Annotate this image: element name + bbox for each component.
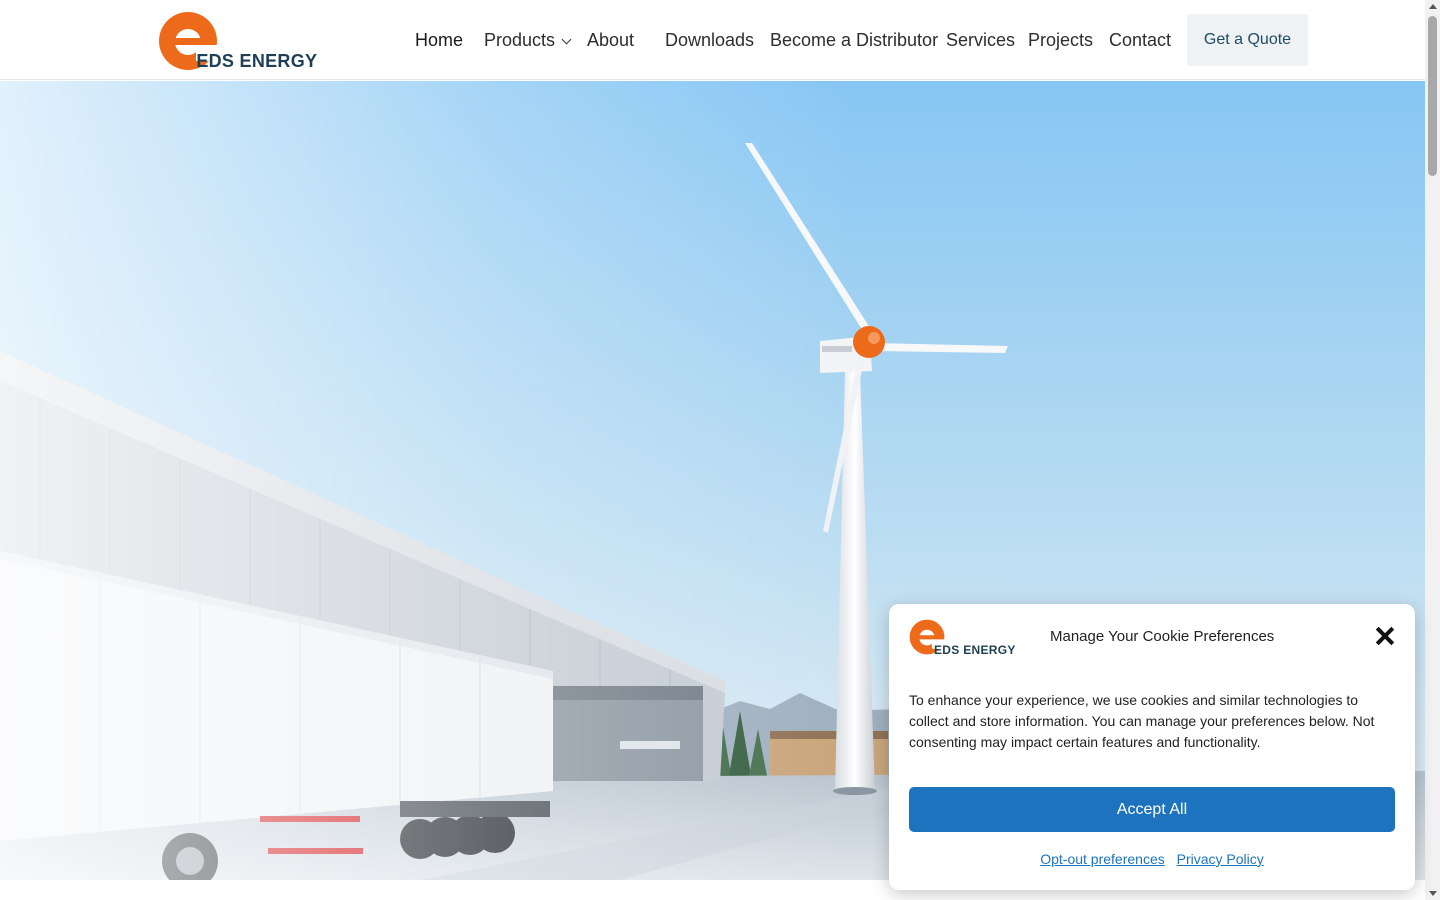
nav-products-label: Products xyxy=(484,30,556,50)
scroll-up-arrow-icon[interactable] xyxy=(1429,4,1437,9)
cookie-preferences-dialog: eEDS ENERGY Manage Your Cookie Preferenc… xyxy=(889,604,1415,890)
privacy-policy-link[interactable]: Privacy Policy xyxy=(1177,851,1264,867)
scroll-down-arrow-icon[interactable] xyxy=(1429,891,1437,896)
get-a-quote-button[interactable]: Get a Quote xyxy=(1187,14,1308,66)
site-header: eEDS ENERGY Home Products About Download… xyxy=(0,0,1425,80)
chevron-down-icon xyxy=(561,34,572,45)
nav-about[interactable]: About xyxy=(587,26,634,54)
cookie-dialog-title: Manage Your Cookie Preferences xyxy=(1050,628,1275,645)
site-logo[interactable]: eEDS ENERGY xyxy=(158,11,320,71)
logo-name: EDS ENERGY xyxy=(933,643,1016,657)
nav-contact[interactable]: Contact xyxy=(1109,26,1171,54)
logo-wordmark: eEDS ENERGY xyxy=(186,51,317,72)
nav-products[interactable]: Products xyxy=(484,26,572,54)
nav-become-distributor[interactable]: Become a Distributor xyxy=(770,26,938,54)
nav-services[interactable]: Services xyxy=(946,26,1015,54)
nav-projects[interactable]: Projects xyxy=(1028,26,1093,54)
cookie-logo-wordmark: eEDS ENERGY xyxy=(927,643,1016,657)
logo-e: e xyxy=(927,643,934,657)
cookie-dialog-body: To enhance your experience, we use cooki… xyxy=(909,692,1375,750)
accept-all-button[interactable]: Accept All xyxy=(909,787,1395,832)
cookie-links: Opt-out preferences Privacy Policy xyxy=(889,851,1415,867)
opt-out-preferences-link[interactable]: Opt-out preferences xyxy=(1040,851,1165,867)
cookie-logo: eEDS ENERGY xyxy=(909,619,1016,659)
nav-home[interactable]: Home xyxy=(415,26,463,54)
logo-name: EDS ENERGY xyxy=(196,51,318,71)
page-scrollbar[interactable] xyxy=(1425,0,1440,900)
close-icon[interactable] xyxy=(1376,627,1394,645)
logo-e: e xyxy=(186,51,197,71)
scrollbar-thumb[interactable] xyxy=(1428,16,1437,176)
nav-downloads[interactable]: Downloads xyxy=(665,26,754,54)
